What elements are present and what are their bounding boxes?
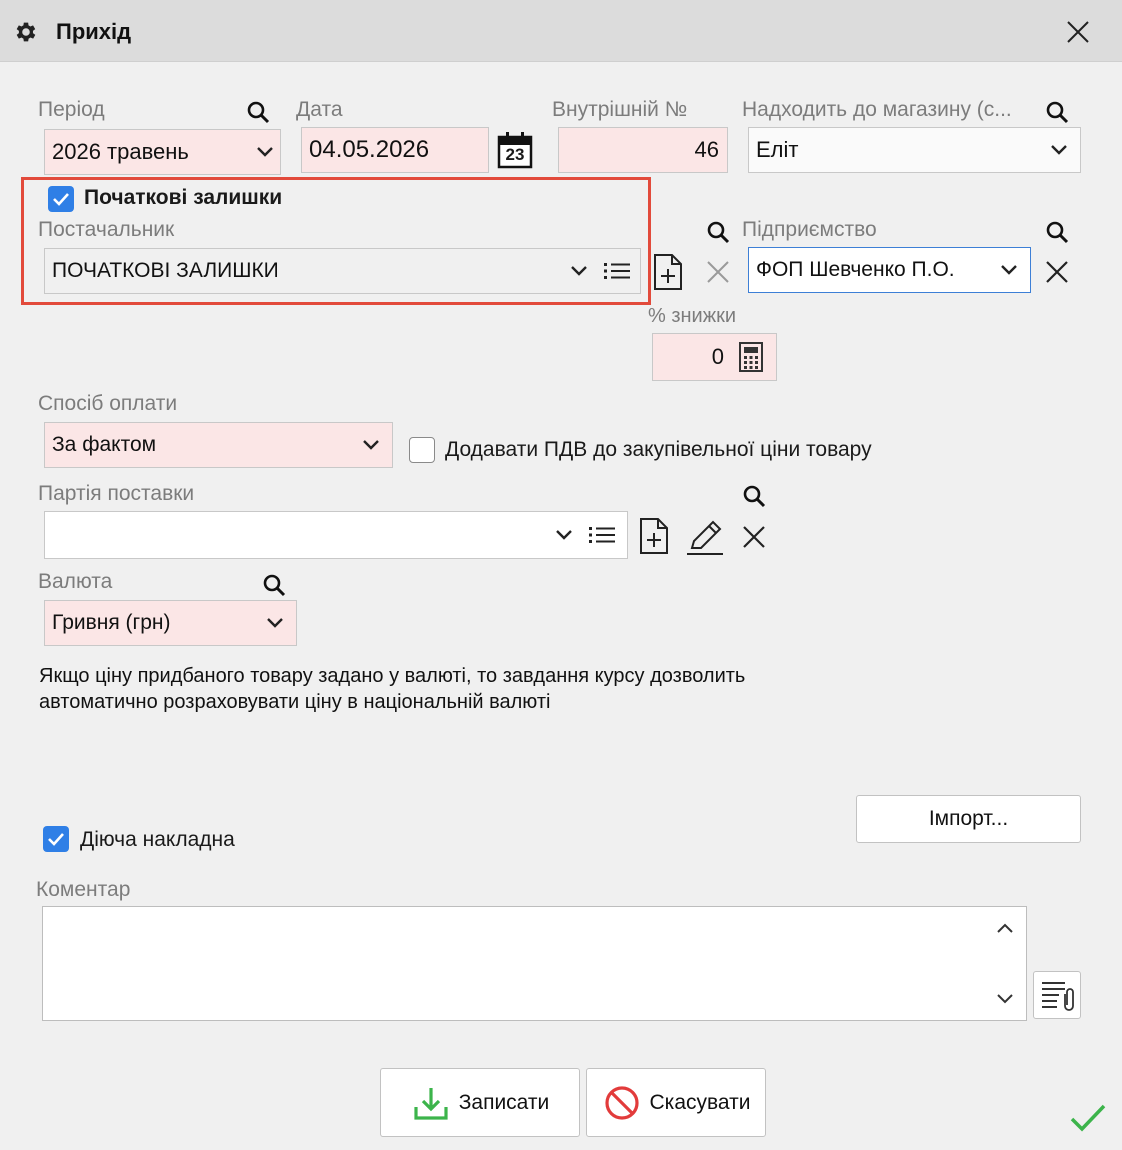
clear-supplier-icon[interactable]	[704, 258, 732, 286]
enterprise-search-icon[interactable]	[1043, 218, 1071, 246]
period-label: Період	[38, 98, 105, 121]
period-select[interactable]: 2026 травень	[44, 129, 281, 175]
supplier-label: Постачальник	[38, 218, 175, 241]
payment-method-select[interactable]: За фактом	[44, 422, 393, 468]
chevron-down-icon[interactable]	[250, 137, 280, 167]
store-label: Надходить до магазину (с...	[742, 98, 1012, 121]
new-document-icon[interactable]	[652, 253, 684, 291]
list-icon[interactable]	[602, 256, 632, 286]
currency-info-line2: автоматично розраховувати ціну в націона…	[39, 691, 551, 713]
opening-balances-label: Початкові залишки	[84, 186, 283, 209]
enterprise-value: ФОП Шевченко П.О.	[756, 258, 955, 281]
batch-new-document-icon[interactable]	[638, 517, 670, 555]
period-value: 2026 травень	[52, 139, 189, 164]
scroll-down-chevron-icon[interactable]	[994, 988, 1016, 1010]
currency-info-line1: Якщо ціну придбаного товару задано у вал…	[39, 665, 746, 687]
payment-chevron-down-icon[interactable]	[356, 430, 386, 460]
supplier-value: ПОЧАТКОВІ ЗАЛИШКИ	[52, 259, 279, 282]
delivery-batch-label: Партія поставки	[38, 482, 195, 505]
currency-search-icon[interactable]	[260, 571, 288, 599]
store-value: Еліт	[756, 137, 799, 162]
opening-balances-checkbox[interactable]	[48, 186, 74, 212]
delivery-batch-select[interactable]	[44, 511, 628, 559]
cancel-button[interactable]: Скасувати	[586, 1068, 766, 1137]
internal-number-field[interactable]: 46	[558, 127, 728, 173]
checkmark-icon	[1068, 1100, 1108, 1136]
enterprise-chevron-down-icon[interactable]	[994, 255, 1024, 285]
active-invoice-label: Діюча накладна	[80, 828, 235, 851]
close-icon[interactable]	[1062, 16, 1094, 48]
attach-file-icon[interactable]	[1033, 971, 1081, 1019]
window-title: Прихід	[56, 19, 132, 44]
enterprise-select[interactable]: ФОП Шевченко П.О.	[748, 247, 1031, 293]
date-label: Дата	[296, 98, 343, 121]
add-vat-checkbox[interactable]	[409, 437, 435, 463]
calendar-day: 23	[505, 145, 525, 164]
search-icon[interactable]	[244, 98, 272, 126]
comment-textarea[interactable]	[42, 906, 1027, 1021]
calendar-icon[interactable]: 23	[497, 131, 533, 169]
download-icon	[411, 1083, 451, 1123]
store-search-icon[interactable]	[1043, 98, 1071, 126]
currency-chevron-down-icon[interactable]	[260, 608, 290, 638]
store-select[interactable]: Еліт	[748, 127, 1081, 173]
discount-value: 0	[711, 344, 724, 369]
batch-list-icon[interactable]	[587, 520, 617, 550]
supplier-select[interactable]: ПОЧАТКОВІ ЗАЛИШКИ	[44, 248, 641, 294]
currency-label: Валюта	[38, 570, 113, 593]
supplier-search-icon[interactable]	[704, 218, 732, 246]
calculator-icon[interactable]	[736, 342, 766, 372]
save-button-label: Записати	[458, 1090, 550, 1114]
date-value: 04.05.2026	[309, 136, 430, 163]
internal-number-label: Внутрішній №	[552, 98, 688, 121]
enterprise-label: Підприємство	[742, 218, 877, 241]
clear-batch-icon[interactable]	[740, 523, 768, 551]
chevron-up-icon[interactable]	[994, 917, 1016, 939]
supplier-chevron-down-icon[interactable]	[564, 256, 594, 286]
gear-icon[interactable]	[12, 18, 40, 46]
currency-value: Гривня (грн)	[52, 611, 171, 634]
internal-number-value: 46	[694, 137, 719, 162]
currency-info-text: Якщо ціну придбаного товару задано у вал…	[39, 663, 745, 715]
date-input[interactable]: 04.05.2026	[301, 127, 489, 173]
add-vat-label: Додавати ПДВ до закупівельної ціни товар…	[445, 438, 872, 461]
batch-search-icon[interactable]	[740, 482, 768, 510]
title-bar	[0, 0, 1122, 62]
currency-select[interactable]: Гривня (грн)	[44, 600, 297, 646]
cancel-button-label: Скасувати	[649, 1090, 751, 1114]
payment-method-label: Спосіб оплати	[38, 392, 178, 415]
comment-label: Коментар	[36, 878, 131, 901]
batch-chevron-down-icon[interactable]	[549, 520, 579, 550]
cancel-icon	[602, 1083, 642, 1123]
save-button[interactable]: Записати	[380, 1068, 580, 1137]
edit-pencil-icon[interactable]	[686, 518, 724, 556]
discount-label: % знижки	[648, 305, 737, 327]
store-chevron-down-icon[interactable]	[1044, 135, 1074, 165]
active-invoice-checkbox[interactable]	[43, 826, 69, 852]
clear-enterprise-icon[interactable]	[1043, 258, 1071, 286]
import-button[interactable]: Імпорт...	[856, 795, 1081, 843]
discount-field[interactable]: 0	[652, 333, 777, 381]
payment-method-value: За фактом	[52, 433, 157, 456]
